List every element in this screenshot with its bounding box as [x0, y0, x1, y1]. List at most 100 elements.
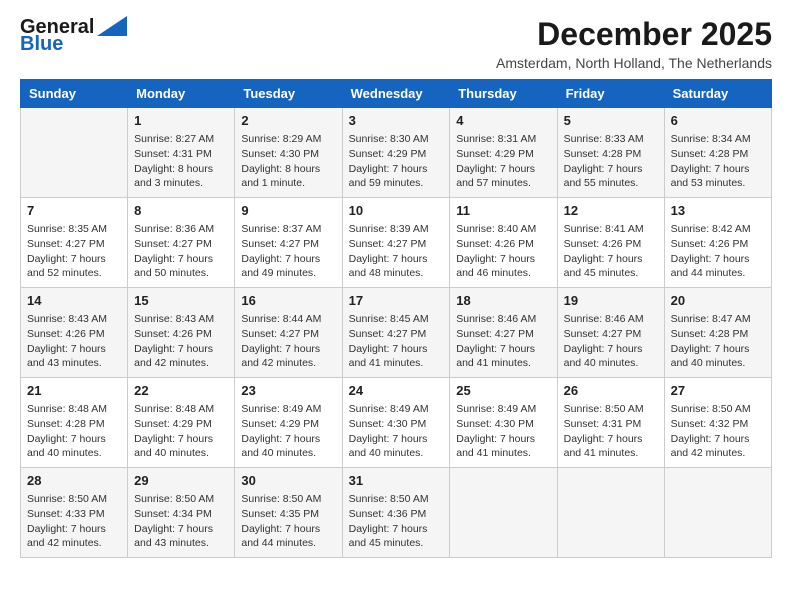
weekday-header: Thursday — [450, 80, 557, 108]
cell-content: Sunrise: 8:50 AM Sunset: 4:34 PM Dayligh… — [134, 492, 228, 551]
cell-content: Sunrise: 8:45 AM Sunset: 4:27 PM Dayligh… — [349, 312, 444, 371]
cell-content: Sunrise: 8:36 AM Sunset: 4:27 PM Dayligh… — [134, 222, 228, 281]
cell-content: Sunrise: 8:27 AM Sunset: 4:31 PM Dayligh… — [134, 132, 228, 191]
cell-content: Sunrise: 8:50 AM Sunset: 4:35 PM Dayligh… — [241, 492, 335, 551]
cell-content: Sunrise: 8:49 AM Sunset: 4:30 PM Dayligh… — [349, 402, 444, 461]
calendar-week-row: 28 Sunrise: 8:50 AM Sunset: 4:33 PM Dayli… — [21, 468, 772, 558]
cell-content: Sunrise: 8:48 AM Sunset: 4:29 PM Dayligh… — [134, 402, 228, 461]
day-number: 19 — [564, 292, 658, 310]
weekday-header: Saturday — [664, 80, 771, 108]
cell-content: Sunrise: 8:39 AM Sunset: 4:27 PM Dayligh… — [349, 222, 444, 281]
calendar-cell: 1 Sunrise: 8:27 AM Sunset: 4:31 PM Daylig… — [128, 108, 235, 198]
cell-content: Sunrise: 8:44 AM Sunset: 4:27 PM Dayligh… — [241, 312, 335, 371]
month-title: December 2025 — [496, 16, 772, 53]
calendar-cell — [21, 108, 128, 198]
location-title: Amsterdam, North Holland, The Netherland… — [496, 55, 772, 71]
cell-content: Sunrise: 8:41 AM Sunset: 4:26 PM Dayligh… — [564, 222, 658, 281]
cell-content: Sunrise: 8:50 AM Sunset: 4:33 PM Dayligh… — [27, 492, 121, 551]
day-number: 20 — [671, 292, 765, 310]
calendar-cell: 22 Sunrise: 8:48 AM Sunset: 4:29 PM Dayli… — [128, 378, 235, 468]
logo-blue-text: Blue — [20, 33, 63, 56]
day-number: 2 — [241, 112, 335, 130]
calendar-cell: 17 Sunrise: 8:45 AM Sunset: 4:27 PM Dayli… — [342, 288, 450, 378]
calendar-cell: 15 Sunrise: 8:43 AM Sunset: 4:26 PM Dayli… — [128, 288, 235, 378]
weekday-header: Sunday — [21, 80, 128, 108]
day-number: 28 — [27, 472, 121, 490]
day-number: 13 — [671, 202, 765, 220]
calendar-cell: 29 Sunrise: 8:50 AM Sunset: 4:34 PM Dayli… — [128, 468, 235, 558]
calendar-cell: 13 Sunrise: 8:42 AM Sunset: 4:26 PM Dayli… — [664, 198, 771, 288]
calendar-cell: 28 Sunrise: 8:50 AM Sunset: 4:33 PM Dayli… — [21, 468, 128, 558]
calendar-table: SundayMondayTuesdayWednesdayThursdayFrid… — [20, 79, 772, 558]
cell-content: Sunrise: 8:46 AM Sunset: 4:27 PM Dayligh… — [564, 312, 658, 371]
calendar-cell: 21Sunrise: 8:48 AM Sunset: 4:28 PM Dayli… — [21, 378, 128, 468]
cell-content: Sunrise: 8:43 AM Sunset: 4:26 PM Dayligh… — [134, 312, 228, 371]
day-number: 17 — [349, 292, 444, 310]
cell-content: Sunrise: 8:33 AM Sunset: 4:28 PM Dayligh… — [564, 132, 658, 191]
day-number: 3 — [349, 112, 444, 130]
day-number: 15 — [134, 292, 228, 310]
day-number: 26 — [564, 382, 658, 400]
cell-content: Sunrise: 8:29 AM Sunset: 4:30 PM Dayligh… — [241, 132, 335, 191]
day-number: 22 — [134, 382, 228, 400]
cell-content: Sunrise: 8:42 AM Sunset: 4:26 PM Dayligh… — [671, 222, 765, 281]
day-number: 31 — [349, 472, 444, 490]
calendar-cell: 4 Sunrise: 8:31 AM Sunset: 4:29 PM Daylig… — [450, 108, 557, 198]
calendar-cell: 11 Sunrise: 8:40 AM Sunset: 4:26 PM Dayli… — [450, 198, 557, 288]
day-number: 30 — [241, 472, 335, 490]
day-number: 25 — [456, 382, 550, 400]
weekday-header: Monday — [128, 80, 235, 108]
day-number: 1 — [134, 112, 228, 130]
day-number: 29 — [134, 472, 228, 490]
day-number: 11 — [456, 202, 550, 220]
cell-content: Sunrise: 8:46 AM Sunset: 4:27 PM Dayligh… — [456, 312, 550, 371]
calendar-cell: 9Sunrise: 8:37 AM Sunset: 4:27 PM Daylig… — [235, 198, 342, 288]
day-number: 27 — [671, 382, 765, 400]
calendar-cell: 12Sunrise: 8:41 AM Sunset: 4:26 PM Dayli… — [557, 198, 664, 288]
day-number: 5 — [564, 112, 658, 130]
cell-content: Sunrise: 8:30 AM Sunset: 4:29 PM Dayligh… — [349, 132, 444, 191]
calendar-cell: 18 Sunrise: 8:46 AM Sunset: 4:27 PM Dayli… — [450, 288, 557, 378]
day-number: 21 — [27, 382, 121, 400]
cell-content: Sunrise: 8:35 AM Sunset: 4:27 PM Dayligh… — [27, 222, 121, 281]
day-number: 10 — [349, 202, 444, 220]
day-number: 16 — [241, 292, 335, 310]
cell-content: Sunrise: 8:34 AM Sunset: 4:28 PM Dayligh… — [671, 132, 765, 191]
calendar-cell: 2 Sunrise: 8:29 AM Sunset: 4:30 PM Daylig… — [235, 108, 342, 198]
calendar-cell: 24Sunrise: 8:49 AM Sunset: 4:30 PM Dayli… — [342, 378, 450, 468]
calendar-cell: 20 Sunrise: 8:47 AM Sunset: 4:28 PM Dayli… — [664, 288, 771, 378]
calendar-cell: 3 Sunrise: 8:30 AM Sunset: 4:29 PM Daylig… — [342, 108, 450, 198]
calendar-week-row: 7 Sunrise: 8:35 AM Sunset: 4:27 PM Daylig… — [21, 198, 772, 288]
calendar-cell: 5 Sunrise: 8:33 AM Sunset: 4:28 PM Daylig… — [557, 108, 664, 198]
page-header: General Blue December 2025 Amsterdam, No… — [20, 16, 772, 71]
day-number: 4 — [456, 112, 550, 130]
cell-content: Sunrise: 8:50 AM Sunset: 4:31 PM Dayligh… — [564, 402, 658, 461]
cell-content: Sunrise: 8:43 AM Sunset: 4:26 PM Dayligh… — [27, 312, 121, 371]
weekday-header: Wednesday — [342, 80, 450, 108]
calendar-cell — [557, 468, 664, 558]
calendar-cell: 16 Sunrise: 8:44 AM Sunset: 4:27 PM Dayli… — [235, 288, 342, 378]
calendar-week-row: 1 Sunrise: 8:27 AM Sunset: 4:31 PM Daylig… — [21, 108, 772, 198]
logo-icon — [97, 16, 127, 36]
weekday-header: Tuesday — [235, 80, 342, 108]
day-number: 18 — [456, 292, 550, 310]
calendar-header-row: SundayMondayTuesdayWednesdayThursdayFrid… — [21, 80, 772, 108]
logo: General Blue — [20, 16, 127, 56]
cell-content: Sunrise: 8:47 AM Sunset: 4:28 PM Dayligh… — [671, 312, 765, 371]
calendar-cell: 26 Sunrise: 8:50 AM Sunset: 4:31 PM Dayli… — [557, 378, 664, 468]
cell-content: Sunrise: 8:40 AM Sunset: 4:26 PM Dayligh… — [456, 222, 550, 281]
day-number: 6 — [671, 112, 765, 130]
day-number: 7 — [27, 202, 121, 220]
cell-content: Sunrise: 8:50 AM Sunset: 4:32 PM Dayligh… — [671, 402, 765, 461]
day-number: 9 — [241, 202, 335, 220]
calendar-cell: 14 Sunrise: 8:43 AM Sunset: 4:26 PM Dayli… — [21, 288, 128, 378]
calendar-cell: 10 Sunrise: 8:39 AM Sunset: 4:27 PM Dayli… — [342, 198, 450, 288]
title-section: December 2025 Amsterdam, North Holland, … — [496, 16, 772, 71]
calendar-cell — [450, 468, 557, 558]
cell-content: Sunrise: 8:49 AM Sunset: 4:29 PM Dayligh… — [241, 402, 335, 461]
cell-content: Sunrise: 8:50 AM Sunset: 4:36 PM Dayligh… — [349, 492, 444, 551]
calendar-cell: 25Sunrise: 8:49 AM Sunset: 4:30 PM Dayli… — [450, 378, 557, 468]
calendar-cell: 6 Sunrise: 8:34 AM Sunset: 4:28 PM Daylig… — [664, 108, 771, 198]
cell-content: Sunrise: 8:31 AM Sunset: 4:29 PM Dayligh… — [456, 132, 550, 191]
day-number: 14 — [27, 292, 121, 310]
